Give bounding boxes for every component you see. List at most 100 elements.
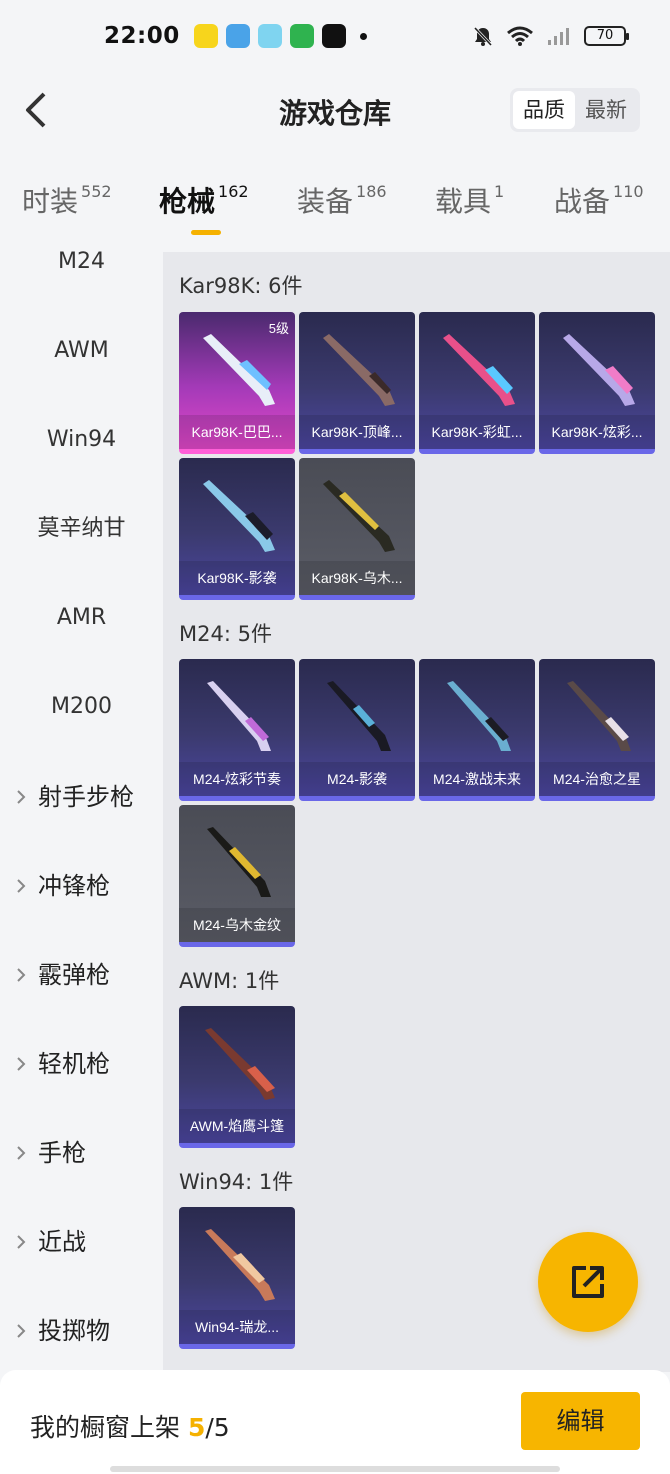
- level-badge: 5级: [268, 321, 289, 336]
- tab-firearms[interactable]: 枪械 162: [159, 180, 249, 220]
- edit-button[interactable]: 编辑: [521, 1392, 640, 1450]
- sidebar-cat-pistol[interactable]: 手枪: [0, 1133, 163, 1173]
- chevron-right-icon: [17, 968, 26, 982]
- tab-label: 时装: [22, 185, 79, 218]
- sidebar-cat-melee[interactable]: 近战: [0, 1222, 163, 1262]
- tab-label: 枪械: [159, 185, 216, 218]
- tab-fashion[interactable]: 时装 552: [22, 180, 112, 220]
- sidebar-cat-label: 霰弹枪: [38, 961, 110, 989]
- sidebar-item-amr[interactable]: AMR: [0, 598, 163, 638]
- item-label: Win94-瑞龙...: [179, 1310, 295, 1344]
- item-label: M24-激战未来: [419, 762, 535, 796]
- chevron-right-icon: [17, 1324, 26, 1338]
- item-card[interactable]: Kar98K-彩虹...: [419, 312, 535, 454]
- group-title: Kar98K: 6件: [179, 274, 303, 298]
- status-bar: 22:00 70: [0, 0, 670, 72]
- showcase-shelf-status: 我的橱窗上架 5/5: [30, 1408, 230, 1444]
- sidebar-cat-label: 手枪: [38, 1139, 86, 1167]
- item-card[interactable]: AWM-焰鹰斗篷: [179, 1006, 295, 1148]
- item-label: Kar98K-乌木...: [299, 561, 415, 595]
- wifi-icon: [507, 26, 533, 46]
- item-card[interactable]: Kar98K-顶峰...: [299, 312, 415, 454]
- rifle-icon: [563, 334, 635, 406]
- share-fab-button[interactable]: [538, 1232, 638, 1332]
- tab-count: 110: [613, 182, 644, 201]
- item-card[interactable]: M24-炫彩节奏: [179, 659, 295, 801]
- home-indicator[interactable]: [110, 1466, 560, 1472]
- item-label: M24-治愈之星: [539, 762, 655, 796]
- sidebar-cat-lmg[interactable]: 轻机枪: [0, 1044, 163, 1084]
- tab-count: 162: [218, 182, 249, 201]
- shelf-current-count: 5: [187, 1413, 206, 1442]
- sidebar-cat-label: 投掷物: [38, 1317, 110, 1345]
- tab-supplies[interactable]: 战备 110: [554, 180, 644, 220]
- mute-bell-icon: [473, 26, 493, 47]
- sidebar-cat-smg[interactable]: 冲锋枪: [0, 866, 163, 906]
- sidebar-cat-label: 轻机枪: [38, 1050, 110, 1078]
- rifle-icon: [447, 681, 511, 751]
- sidebar-item-m200[interactable]: M200: [0, 687, 163, 727]
- sidebar-cat-dmr[interactable]: 射手步枪: [0, 777, 163, 817]
- notification-app-icons: [193, 24, 367, 48]
- share-out-icon: [572, 1266, 604, 1298]
- item-card[interactable]: Kar98K-影袭: [179, 458, 295, 600]
- item-label: M24-炫彩节奏: [179, 762, 295, 796]
- app-notification-icon: [225, 24, 250, 48]
- sidebar-cat-label: 近战: [38, 1228, 86, 1256]
- group-title: AWM: 1件: [179, 969, 280, 993]
- item-label: M24-影袭: [299, 762, 415, 796]
- tab-label: 战备: [554, 185, 611, 218]
- app-notification-icon: [193, 24, 218, 48]
- rifle-icon: [207, 681, 271, 751]
- app-notification-icon: [289, 24, 314, 48]
- active-tab-underline: [191, 230, 221, 235]
- rifle-icon: [207, 827, 271, 897]
- item-card[interactable]: M24-乌木金纹: [179, 805, 295, 947]
- rifle-icon: [205, 1028, 275, 1100]
- sidebar-item-win94[interactable]: Win94: [0, 420, 163, 460]
- sidebar-item-awm[interactable]: AWM: [0, 331, 163, 371]
- sidebar-item-m24[interactable]: M24: [0, 242, 163, 282]
- item-card[interactable]: Kar98K-炫彩...: [539, 312, 655, 454]
- rifle-icon: [203, 480, 275, 552]
- item-card[interactable]: Win94-瑞龙...: [179, 1207, 295, 1349]
- rifle-icon: [443, 334, 515, 406]
- item-card[interactable]: M24-影袭: [299, 659, 415, 801]
- rifle-icon: [327, 681, 391, 751]
- group-title: Win94: 1件: [179, 1170, 294, 1194]
- item-label: Kar98K-炫彩...: [539, 415, 655, 449]
- rifle-icon: [323, 480, 395, 552]
- item-card[interactable]: Kar98K-乌木...: [299, 458, 415, 600]
- tab-count: 1: [494, 182, 505, 201]
- item-label: M24-乌木金纹: [179, 908, 295, 942]
- group-title: M24: 5件: [179, 622, 272, 646]
- weapon-sidebar: M24 AWM Win94 莫辛纳甘 AMR M200 射手步枪 冲锋枪 霰弹枪…: [0, 242, 163, 1372]
- sidebar-cat-throwable[interactable]: 投掷物: [0, 1311, 163, 1351]
- tab-vehicles[interactable]: 载具 1: [435, 180, 504, 220]
- sidebar-cat-shotgun[interactable]: 霰弹枪: [0, 955, 163, 995]
- item-label: Kar98K-巴巴...: [179, 415, 295, 449]
- category-tabs: 时装 552 枪械 162 装备 186 载具 1 战备 110: [0, 180, 670, 242]
- item-card[interactable]: 5级 Kar98K-巴巴...: [179, 312, 295, 454]
- chevron-right-icon: [17, 1057, 26, 1071]
- item-label: Kar98K-彩虹...: [419, 415, 535, 449]
- tab-count: 186: [356, 182, 387, 201]
- app-notification-icon: [257, 24, 282, 48]
- sort-toggle: 品质 最新: [510, 88, 640, 132]
- item-card[interactable]: M24-治愈之星: [539, 659, 655, 801]
- rifle-icon: [567, 681, 631, 751]
- tab-label: 载具: [435, 185, 492, 218]
- tab-count: 552: [81, 182, 112, 201]
- sort-newest-option[interactable]: 最新: [575, 91, 637, 129]
- sidebar-item-mosin-nagant[interactable]: 莫辛纳甘: [0, 509, 163, 549]
- tab-label: 装备: [297, 185, 354, 218]
- header: 游戏仓库 品质 最新: [0, 72, 670, 152]
- chevron-right-icon: [17, 1235, 26, 1249]
- rifle-icon: [323, 334, 395, 406]
- sort-quality-option[interactable]: 品质: [513, 91, 575, 129]
- tab-equipment[interactable]: 装备 186: [297, 180, 387, 220]
- sidebar-cat-label: 冲锋枪: [38, 872, 110, 900]
- status-time: 22:00: [104, 23, 180, 49]
- chevron-right-icon: [17, 790, 26, 804]
- item-card[interactable]: M24-激战未来: [419, 659, 535, 801]
